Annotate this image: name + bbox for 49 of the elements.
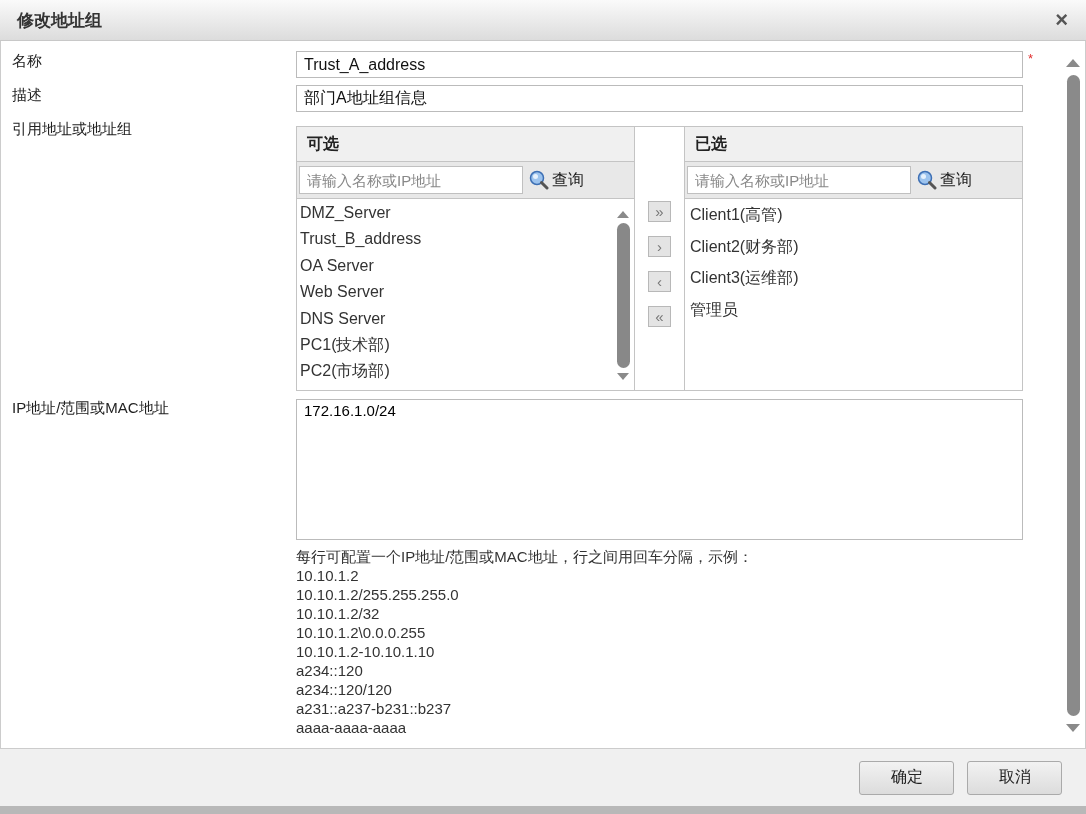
search-button[interactable]: 查询 [529, 169, 584, 191]
close-button[interactable]: × [1051, 7, 1072, 33]
list-item[interactable]: Client1(高管) [690, 205, 1022, 237]
example-text: a234::120 [296, 661, 364, 680]
list-item[interactable]: Client2(财务部) [690, 236, 1022, 268]
move-button[interactable]: › [648, 236, 671, 257]
example-text: 10.10.1.2-10.10.1.10 [296, 642, 436, 661]
list-item[interactable]: PC2(市场部) [300, 360, 612, 387]
search-button[interactable]: 查询 [917, 169, 972, 191]
list-item[interactable]: OA Server [300, 254, 612, 282]
example-text: 10.10.1.2/255.255.255.0 [296, 585, 460, 604]
field-label: 引用地址或地址组 [12, 119, 133, 139]
scroll-up-icon[interactable] [616, 209, 630, 219]
list-item[interactable]: Client3(运维部) [690, 268, 1022, 300]
list-item[interactable]: DNS Server [300, 307, 612, 334]
dialog-title: 修改地址组 [17, 9, 102, 32]
search-icon [529, 170, 549, 190]
panel-header: 已选 [685, 127, 1022, 162]
move-button[interactable]: » [648, 201, 671, 222]
example-text: aaaa-aaaa-aaaa [296, 718, 408, 737]
search-icon [917, 170, 937, 190]
example-text: 10.10.1.2/32 [296, 604, 381, 623]
field-label: IP地址/范围或MAC地址 [12, 398, 170, 418]
search-field[interactable]: 请输入名称或IP地址 [299, 166, 523, 194]
field-label: 描述 [12, 85, 43, 105]
search-field[interactable]: 请输入名称或IP地址 [687, 166, 911, 194]
list-item[interactable]: 管理员 [690, 299, 1022, 331]
ip-textarea[interactable]: 172.16.1.0/24 [296, 399, 1023, 540]
name-input[interactable]: Trust_A_address [296, 51, 1023, 78]
scroll-down-icon[interactable] [1065, 722, 1081, 734]
required-mark: * [1028, 51, 1034, 66]
dialog-button[interactable]: 确定 [859, 760, 954, 795]
scroll-up-icon[interactable] [1065, 57, 1081, 69]
example-text: 10.10.1.2 [296, 566, 360, 585]
scroll-down-icon[interactable] [616, 372, 630, 382]
example-text: a231::a237-b231::b237 [296, 699, 453, 718]
move-button[interactable]: « [648, 306, 671, 327]
example-text: a234::120/120 [296, 680, 393, 699]
description-input[interactable]: 部门A地址组信息 [296, 85, 1023, 112]
list-item[interactable]: DMZ_Server [300, 202, 612, 229]
list-item[interactable]: Web Server [300, 281, 612, 308]
list-item[interactable]: PC1(技术部) [300, 333, 612, 361]
move-button[interactable]: ‹ [648, 271, 671, 292]
hint-text: 每行可配置一个IP地址/范围或MAC地址，行之间用回车分隔，示例： [296, 547, 753, 566]
dialog-button[interactable]: 取消 [967, 760, 1062, 795]
list-item[interactable]: Trust_B_address [300, 228, 612, 255]
example-text: 10.10.1.2\0.0.0.255 [296, 623, 427, 642]
field-label: 名称 [12, 51, 43, 71]
panel-header: 可选 [297, 127, 634, 162]
